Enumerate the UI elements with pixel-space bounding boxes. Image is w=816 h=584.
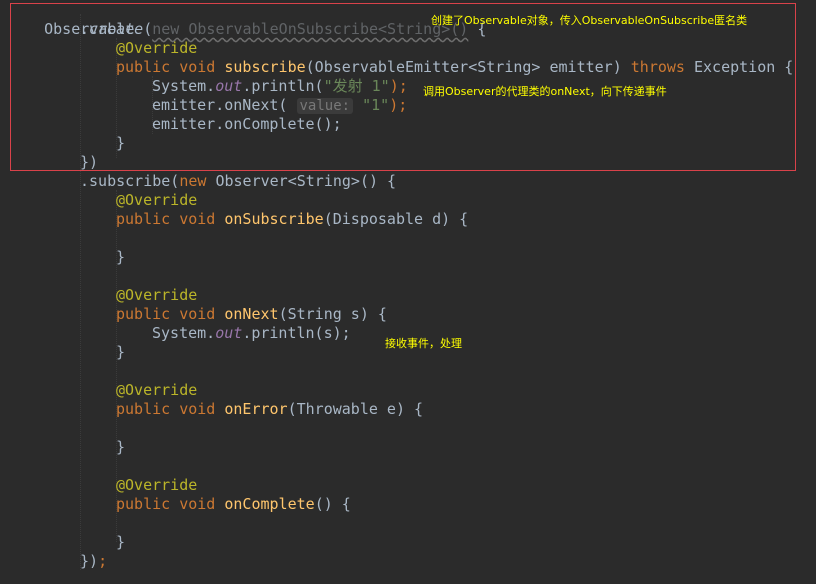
annotation-note-create: 创建了Observable对象，传入ObservableOnSubscribe匿… <box>431 14 748 27</box>
keyword-public: public <box>116 495 171 513</box>
keyword-public: public <box>116 210 171 228</box>
close-brace: }) <box>80 552 99 570</box>
code-line: @Override <box>116 191 197 210</box>
highlight-box <box>10 3 796 171</box>
code-line: } <box>116 343 125 362</box>
override-annotation: @Override <box>116 191 198 209</box>
code-line: public void onComplete() { <box>116 495 351 514</box>
params: (String s) { <box>278 305 387 323</box>
code-line: } <box>116 438 125 457</box>
println: .println(s); <box>242 324 351 342</box>
keyword-void: void <box>179 210 216 228</box>
code-line: @Override <box>116 476 197 495</box>
keyword-new: new <box>179 172 207 190</box>
code-line: @Override <box>116 286 197 305</box>
code-line: public void onError(Throwable e) { <box>116 400 423 419</box>
method-name: onError <box>224 400 288 418</box>
code-line: public void onSubscribe(Disposable d) { <box>116 210 468 229</box>
observer-type: Observer<String>() { <box>206 172 397 190</box>
code-line: }); <box>80 552 107 571</box>
override-annotation: @Override <box>116 476 198 494</box>
out-field: out <box>215 324 243 342</box>
override-annotation: @Override <box>116 381 198 399</box>
close-brace: } <box>116 248 126 266</box>
keyword-void: void <box>179 400 216 418</box>
keyword-public: public <box>116 305 171 323</box>
code-line: } <box>116 248 125 267</box>
code-line: public void onNext(String s) { <box>116 305 387 324</box>
subscribe-call: .subscribe( <box>80 172 180 190</box>
code-editor[interactable]: Observable .create(new ObservableOnSubsc… <box>0 0 816 584</box>
close-brace: } <box>116 533 126 551</box>
system: System. <box>152 324 216 342</box>
code-line: @Override <box>116 381 197 400</box>
override-annotation: @Override <box>116 286 198 304</box>
annotation-note-onnext: 调用Observer的代理类的onNext，向下传递事件 <box>423 85 667 98</box>
method-name: onComplete <box>224 495 315 513</box>
close-brace: } <box>116 343 126 361</box>
method-name: onSubscribe <box>224 210 324 228</box>
params: (Throwable e) { <box>287 400 424 418</box>
keyword-void: void <box>179 495 216 513</box>
statement-end: ; <box>98 552 108 570</box>
code-line: .subscribe(new Observer<String>() { <box>80 172 396 191</box>
params: () { <box>314 495 351 513</box>
method-name: onNext <box>224 305 279 323</box>
keyword-void: void <box>179 305 216 323</box>
code-line: System.out.println(s); <box>152 324 351 343</box>
params: (Disposable d) { <box>323 210 469 228</box>
code-line: } <box>116 533 125 552</box>
keyword-public: public <box>116 400 171 418</box>
close-brace: } <box>116 438 126 456</box>
annotation-note-receive: 接收事件，处理 <box>385 337 462 350</box>
